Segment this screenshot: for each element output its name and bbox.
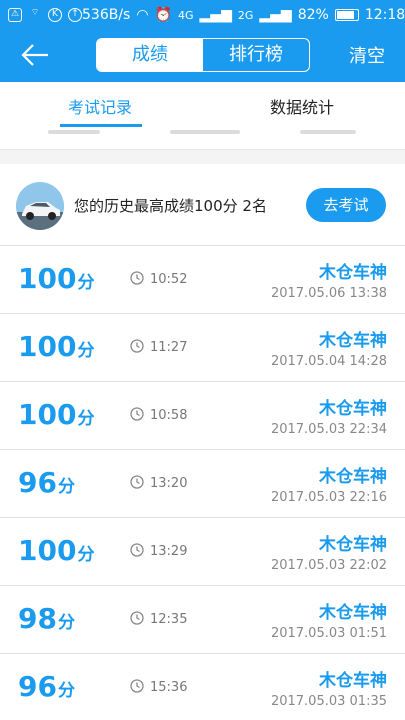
exam-date: 2017.05.03 22:02: [270, 558, 387, 573]
tab-score[interactable]: 成绩: [97, 39, 203, 71]
exam-duration: 13:29: [150, 544, 188, 559]
score-unit: 分: [77, 409, 95, 429]
signal-icon-2: ▂▄▆: [259, 7, 292, 23]
score-value: 96分: [18, 670, 75, 708]
clock-icon: [130, 339, 144, 353]
avatar: [16, 182, 64, 230]
exam-duration: 10:58: [150, 408, 188, 423]
scrolled-content-edge: [0, 128, 405, 150]
tab-ranking[interactable]: 排行榜: [203, 39, 309, 71]
tab-data-stats[interactable]: 数据统计: [270, 94, 334, 118]
top-bar: ⚠ ⌔ K ↑ 536B/s ◠ ⏰ 4G ▂▄▆ 2G ▂▄▆ 82% 12:…: [0, 0, 405, 82]
best-score-text: 您的历史最高成绩100分 2名: [74, 197, 267, 215]
ghost-text: [300, 130, 356, 134]
go-exam-button[interactable]: 去考试: [306, 188, 386, 222]
score-value: 100分: [18, 398, 94, 436]
score-value: 96分: [18, 466, 75, 504]
clear-button[interactable]: 清空: [349, 42, 385, 68]
clock-icon: [130, 407, 144, 421]
record-list: 100分 10:52 木仓车神 2017.05.06 13:38 100分 11:27 木仓…: [0, 246, 405, 720]
segmented-control: 成绩 排行榜: [96, 38, 310, 72]
exam-date: 2017.05.03 01:35: [270, 694, 387, 709]
table-row[interactable]: 100分 13:29 木仓车神 2017.05.03 22:02: [0, 518, 405, 586]
score-value: 100分: [18, 262, 94, 300]
sub-tabs: 考试记录 数据统计: [0, 82, 405, 128]
score-number: 96: [18, 466, 57, 499]
clock-icon: [130, 543, 144, 557]
exam-date: 2017.05.03 22:16: [270, 490, 387, 505]
battery-percent: 82%: [297, 7, 329, 23]
active-tab-indicator: [60, 124, 142, 127]
clock-icon: [130, 475, 144, 489]
nav-row: 成绩 排行榜 清空: [0, 34, 405, 76]
status-icons-right: 536B/s ◠ ⏰ 4G ▂▄▆ 2G ▂▄▆ 82% 12:18: [82, 7, 405, 23]
user-name: 木仓车神: [319, 331, 387, 351]
score-unit: 分: [77, 273, 95, 293]
exam-duration: 11:27: [150, 340, 188, 355]
table-row[interactable]: 100分 10:52 木仓车神 2017.05.06 13:38: [0, 246, 405, 314]
battery-icon: [334, 9, 359, 21]
score-unit: 分: [57, 613, 75, 633]
signal-2g-label: 2G: [237, 8, 254, 22]
score-number: 100: [18, 262, 77, 295]
best-score-card: 您的历史最高成绩100分 2名 去考试: [0, 164, 405, 246]
table-row[interactable]: 100分 10:58 木仓车神 2017.05.03 22:34: [0, 382, 405, 450]
score-number: 100: [18, 398, 77, 431]
network-speed: 536B/s: [82, 7, 131, 23]
table-row[interactable]: 100分 11:27 木仓车神 2017.05.04 14:28: [0, 314, 405, 382]
user-name: 木仓车神: [319, 671, 387, 691]
score-number: 98: [18, 602, 57, 635]
score-unit: 分: [77, 341, 95, 361]
score-unit: 分: [57, 477, 75, 497]
car-avatar-icon: [16, 182, 64, 230]
score-value: 98分: [18, 602, 75, 640]
exam-duration: 12:35: [150, 612, 188, 627]
signal-4g-label: 4G: [178, 8, 194, 22]
user-name: 木仓车神: [319, 399, 387, 419]
user-name: 木仓车神: [319, 535, 387, 555]
score-unit: 分: [57, 681, 75, 701]
table-row[interactable]: 98分 12:35 木仓车神 2017.05.03 01:51: [0, 586, 405, 654]
user-name: 木仓车神: [319, 263, 387, 283]
ghost-text: [48, 130, 100, 134]
clock-icon: [130, 679, 144, 693]
score-unit: 分: [77, 545, 95, 565]
table-row[interactable]: 96分 13:20 木仓车神 2017.05.03 22:16: [0, 450, 405, 518]
user-name: 木仓车神: [319, 603, 387, 623]
status-icons-left: ⚠ ⌔ K ↑: [8, 8, 82, 22]
clock-icon: [130, 611, 144, 625]
ghost-text: [170, 130, 240, 134]
exam-date: 2017.05.04 14:28: [270, 354, 387, 369]
score-number: 100: [18, 330, 77, 363]
back-arrow-icon[interactable]: [20, 42, 50, 68]
headphone-icon: ◠: [136, 7, 149, 23]
notification-icon: ⚠: [8, 8, 22, 22]
score-number: 96: [18, 670, 57, 703]
upload-icon: ↑: [68, 8, 82, 22]
table-row[interactable]: 96分 15:36 木仓车神 2017.05.03 01:35: [0, 654, 405, 720]
k-app-icon: K: [48, 8, 62, 22]
exam-date: 2017.05.06 13:38: [270, 286, 387, 301]
exam-duration: 15:36: [150, 680, 188, 695]
exam-duration: 13:20: [150, 476, 188, 491]
status-bar: ⚠ ⌔ K ↑ 536B/s ◠ ⏰ 4G ▂▄▆ 2G ▂▄▆ 82% 12:…: [0, 0, 405, 30]
score-value: 100分: [18, 534, 94, 572]
signal-icon: ▂▄▆: [199, 7, 232, 23]
clock-icon: [130, 271, 144, 285]
user-name: 木仓车神: [319, 467, 387, 487]
score-value: 100分: [18, 330, 94, 368]
wifi-icon: ⌔: [30, 8, 40, 18]
exam-date: 2017.05.03 22:34: [270, 422, 387, 437]
exam-date: 2017.05.03 01:51: [270, 626, 387, 641]
clock-time: 12:18: [364, 7, 405, 23]
exam-duration: 10:52: [150, 272, 188, 287]
score-number: 100: [18, 534, 77, 567]
tab-exam-records[interactable]: 考试记录: [68, 94, 132, 118]
alarm-icon: ⏰: [154, 7, 172, 23]
